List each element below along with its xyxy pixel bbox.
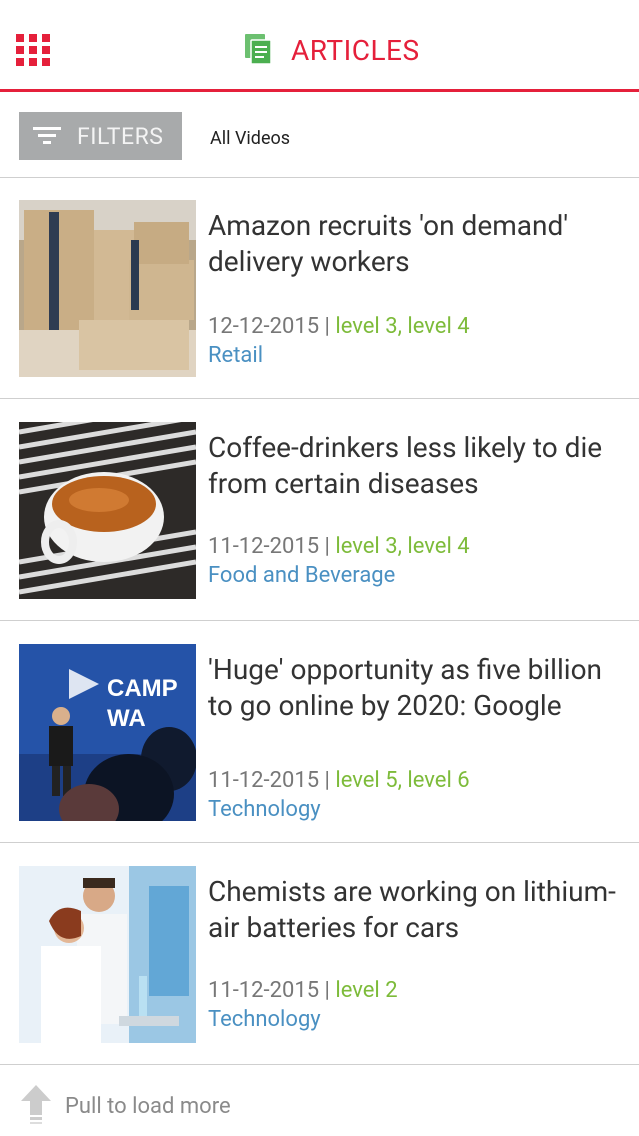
article-item[interactable]: Coffee-drinkers less likely to die from … (0, 400, 639, 621)
article-title[interactable]: 'Huge' opportunity as five billion to go… (208, 652, 628, 724)
filter-lines-icon (33, 127, 61, 145)
meta-separator: | (319, 978, 336, 1003)
filters-button-label: FILTERS (77, 123, 164, 150)
amazon-boxes-image (19, 200, 196, 377)
article-title[interactable]: Amazon recruits 'on demand' delivery wor… (208, 208, 628, 280)
header-title-group: ARTICLES (245, 33, 420, 67)
pull-to-load-footer[interactable]: Pull to load more (0, 1069, 639, 1136)
article-category[interactable]: Technology (208, 797, 321, 822)
article-date: 12-12-2015 (208, 314, 320, 339)
article-meta: 11-12-2015 | level 5, level 6 (208, 768, 470, 793)
article-levels: level 3, level 4 (335, 314, 470, 339)
article-date: 11-12-2015 (208, 978, 320, 1003)
espresso-cup-image (19, 422, 196, 599)
article-category[interactable]: Technology (208, 1007, 321, 1032)
article-category[interactable]: Retail (208, 343, 263, 368)
conference-speaker-image: CAMP WA (19, 644, 196, 821)
article-levels: level 3, level 4 (335, 534, 470, 559)
meta-separator: | (319, 534, 336, 559)
pull-to-load-label: Pull to load more (65, 1094, 231, 1119)
lab-chemists-image (19, 866, 196, 1043)
app-header: ARTICLES (0, 0, 639, 92)
filter-bar: FILTERS All Videos (0, 92, 639, 178)
article-meta: 11-12-2015 | level 2 (208, 978, 398, 1003)
article-item[interactable]: Amazon recruits 'on demand' delivery wor… (0, 178, 639, 399)
article-item[interactable]: CAMP WA 'Huge' opportunity as five billi… (0, 622, 639, 843)
meta-separator: | (319, 768, 336, 793)
article-item[interactable]: Chemists are working on lithium-air batt… (0, 844, 639, 1065)
arrow-up-icon (21, 1085, 51, 1127)
article-meta: 12-12-2015 | level 3, level 4 (208, 314, 470, 339)
svg-text:WA: WA (107, 705, 146, 732)
article-title[interactable]: Chemists are working on lithium-air batt… (208, 874, 628, 946)
filters-button[interactable]: FILTERS (19, 112, 182, 160)
article-levels: level 2 (335, 978, 398, 1003)
article-date: 11-12-2015 (208, 768, 320, 793)
article-title[interactable]: Coffee-drinkers less likely to die from … (208, 430, 628, 502)
article-date: 11-12-2015 (208, 534, 320, 559)
article-category[interactable]: Food and Beverage (208, 563, 395, 588)
article-levels: level 5, level 6 (335, 768, 470, 793)
grid-menu-icon[interactable] (16, 34, 50, 66)
svg-text:CAMP: CAMP (107, 675, 178, 702)
document-icon (245, 34, 273, 66)
page-title: ARTICLES (291, 33, 420, 67)
active-filter-label: All Videos (210, 128, 291, 149)
meta-separator: | (319, 314, 336, 339)
article-meta: 11-12-2015 | level 3, level 4 (208, 534, 470, 559)
